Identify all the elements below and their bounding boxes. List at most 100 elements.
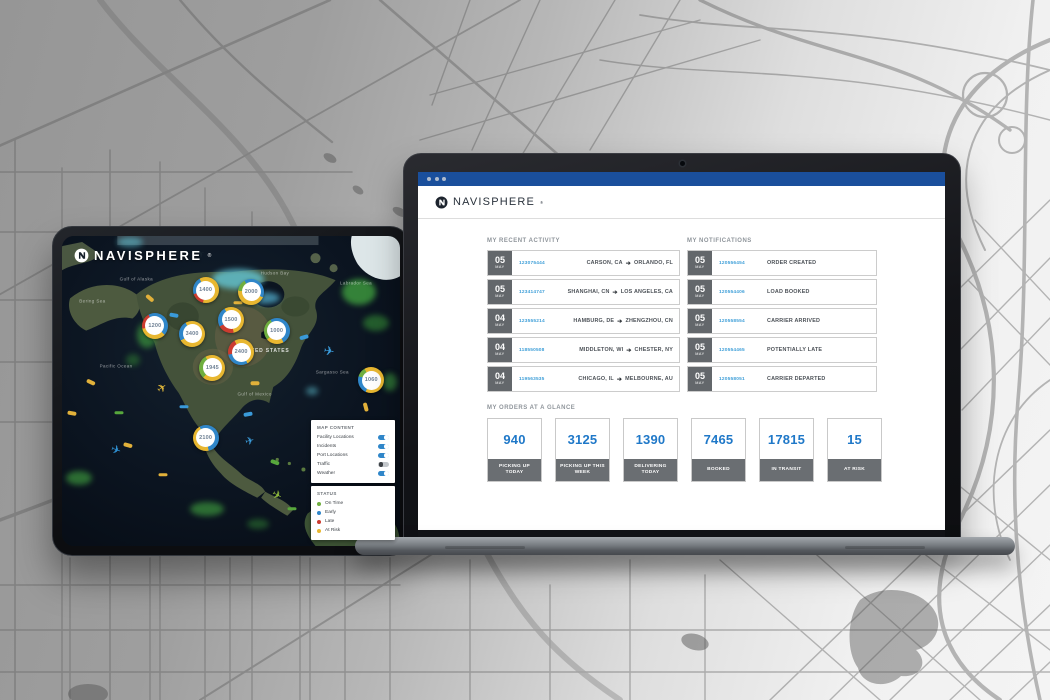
map-cluster-marker[interactable]: 1060 (358, 367, 384, 393)
status-label: Late (325, 519, 334, 524)
date-badge: 04 MAY (488, 309, 512, 333)
order-number-link[interactable]: 118550508 (519, 348, 557, 353)
notification-status: LOAD BOOKED (757, 280, 876, 304)
map-place-label: Bering Sea (79, 299, 105, 304)
date-day: 05 (695, 343, 705, 352)
notifications-list: 05 MAY 120556454 ORDER CREATED 05 MAY 12… (687, 250, 877, 395)
notification-row[interactable]: 05 MAY 120556454 ORDER CREATED (687, 250, 877, 276)
app-header: NAVISPHERE® (418, 186, 945, 219)
map-cluster-marker[interactable]: 3400 (179, 321, 205, 347)
map-cluster-marker[interactable]: 1400 (193, 277, 219, 303)
layer-toggle[interactable] (378, 462, 389, 468)
weather-radar-patch (383, 373, 397, 391)
map-cluster-marker[interactable]: 2100 (193, 425, 219, 451)
order-number-link[interactable]: 120554465 (719, 348, 757, 353)
glance-card[interactable]: 1390 DELIVERING TODAY (623, 418, 678, 482)
route-destination: CHESTER, NY (635, 347, 673, 353)
layer-toggle[interactable] (378, 471, 389, 477)
notification-row[interactable]: 05 MAY 120554465 POTENTIALLY LATE (687, 337, 877, 363)
notification-status: CARRIER ARRIVED (757, 309, 876, 333)
cluster-count: 2100 (199, 435, 212, 441)
status-dot (317, 502, 321, 506)
route-destination: ORLANDO, FL (634, 260, 673, 266)
notification-row[interactable]: 05 MAY 120554406 LOAD BOOKED (687, 279, 877, 305)
notification-row[interactable]: 05 MAY 120558554 CARRIER ARRIVED (687, 308, 877, 334)
activity-row[interactable]: 05 MAY 123075444 CARSON, CA ➔ ORLANDO, F… (487, 250, 680, 276)
vessel-icon[interactable] (233, 301, 242, 305)
order-number-link[interactable]: 119563535 (519, 377, 557, 382)
glance-card[interactable]: 15 AT RISK (827, 418, 882, 482)
date-badge: 05 MAY (688, 280, 712, 304)
route-origin: SHANGHAI, CN (568, 289, 610, 295)
map-place-label: Labrador Sea (340, 280, 372, 285)
airplane-icon[interactable]: ✈ (323, 343, 336, 358)
date-month: MAY (695, 294, 704, 299)
date-badge: 05 MAY (488, 251, 512, 275)
map-cluster-marker[interactable]: 2400 (228, 339, 254, 365)
glance-label: PICKING UP THIS WEEK (556, 459, 609, 481)
route: CARSON, CA ➔ ORLANDO, FL (557, 251, 679, 275)
glance-card[interactable]: 17815 IN TRANSIT (759, 418, 814, 482)
window-control-dot[interactable] (427, 177, 431, 181)
weather-radar-patch (247, 519, 269, 529)
glance-label: AT RISK (828, 459, 881, 481)
base-groove (845, 546, 925, 549)
glance-card[interactable]: 940 PICKING UP TODAY (487, 418, 542, 482)
layer-toggle[interactable] (378, 444, 389, 450)
status-label: Early (325, 510, 336, 515)
map-cluster-marker[interactable]: 2000 (238, 279, 264, 305)
map-layer-label: Traffic (317, 462, 330, 467)
glance-value: 7465 (692, 419, 745, 459)
activity-row[interactable]: 04 MAY 119563535 CHICAGO, IL ➔ MELBOURNE… (487, 366, 680, 392)
window-control-dot[interactable] (442, 177, 446, 181)
order-number-link[interactable]: 123075444 (519, 261, 557, 266)
glance-card[interactable]: 3125 PICKING UP THIS WEEK (555, 418, 610, 482)
order-number-link[interactable]: 123414747 (519, 290, 557, 295)
activity-row[interactable]: 04 MAY 118550508 MIDDLETON, WI ➔ CHESTER… (487, 337, 680, 363)
order-number-link[interactable]: 120554406 (719, 290, 757, 295)
order-number-link[interactable]: 120556454 (719, 261, 757, 266)
laptop-screen: NAVISPHERE® MY RECENT ACTIVITY MY NOTIFI… (418, 172, 945, 533)
route-destination: LOS ANGELES, CA (621, 289, 673, 295)
route: CHICAGO, IL ➔ MELBOURNE, AU (557, 367, 679, 391)
date-month: MAY (695, 381, 704, 386)
arrow-icon: ➔ (617, 376, 622, 383)
vessel-icon[interactable] (115, 411, 124, 415)
notification-status: POTENTIALLY LATE (757, 338, 876, 362)
notification-row[interactable]: 05 MAY 120558051 CARRIER DEPARTED (687, 366, 877, 392)
vessel-icon[interactable] (250, 382, 259, 386)
webcam-icon (680, 161, 685, 166)
date-month: MAY (495, 265, 504, 270)
layer-toggle[interactable] (378, 435, 389, 441)
hero-composite: { "brand":{"logo_text":"NAVISPHERE","reg… (0, 0, 1050, 700)
vessel-icon[interactable] (179, 405, 188, 409)
status-row: At Risk (317, 526, 389, 535)
date-badge: 05 MAY (688, 367, 712, 391)
map-layer-label: Weather (317, 471, 335, 476)
glance-cards-row: 940 PICKING UP TODAY 3125 PICKING UP THI… (487, 418, 882, 482)
activity-row[interactable]: 05 MAY 123414747 SHANGHAI, CN ➔ LOS ANGE… (487, 279, 680, 305)
weather-radar-patch (363, 315, 389, 331)
navisphere-logo-icon (74, 248, 89, 263)
map-cluster-marker[interactable]: 1000 (264, 318, 290, 344)
vessel-icon[interactable] (287, 507, 296, 511)
map-view[interactable]: NAVISPHERE® MAP CONTENT Facility Locatio… (62, 236, 400, 546)
laptop-base (355, 537, 1015, 555)
activity-row[interactable]: 04 MAY 123555214 HAMBURG, DE ➔ ZHENGZHOU… (487, 308, 680, 334)
weather-radar-patch (117, 237, 143, 247)
glance-card[interactable]: 7465 BOOKED (691, 418, 746, 482)
map-layer-row: Incidents (317, 442, 389, 451)
layer-toggle[interactable] (378, 453, 389, 459)
window-control-dot[interactable] (435, 177, 439, 181)
cluster-count: 2000 (245, 289, 258, 295)
map-cluster-marker[interactable]: 1200 (142, 313, 168, 339)
map-cluster-marker[interactable]: 1500 (218, 307, 244, 333)
order-number-link[interactable]: 120558554 (719, 319, 757, 324)
glance-value: 17815 (760, 419, 813, 459)
route-destination: MELBOURNE, AU (625, 376, 673, 382)
order-number-link[interactable]: 123555214 (519, 319, 557, 324)
order-number-link[interactable]: 120558051 (719, 377, 757, 382)
vessel-icon[interactable] (159, 473, 168, 477)
registered-mark: ® (208, 253, 212, 259)
map-cluster-marker[interactable]: 1945 (199, 355, 225, 381)
